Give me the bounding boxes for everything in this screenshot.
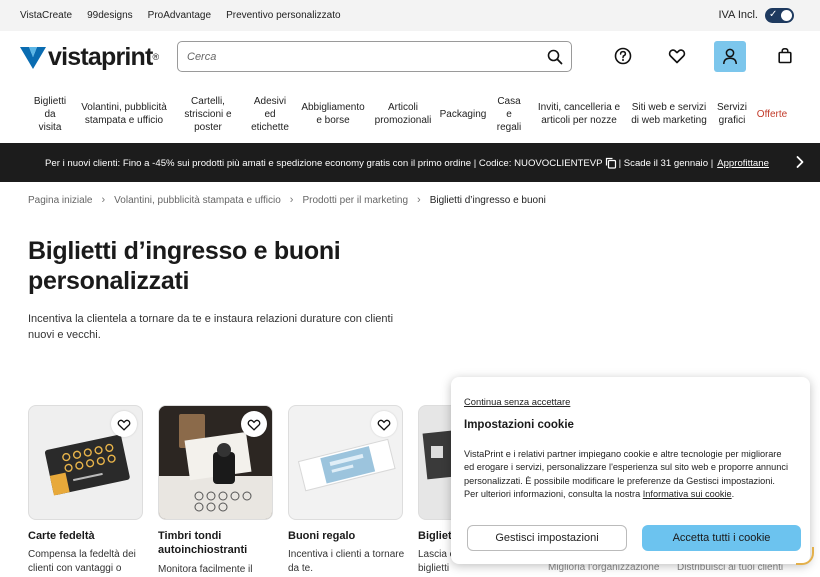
product-title[interactable]: Timbri tondi autoinchiostranti (158, 529, 278, 557)
nav-packaging[interactable]: Packaging (438, 93, 488, 135)
favorite-button[interactable] (111, 411, 137, 437)
vistaprint-logo[interactable]: vistaprint ® (20, 43, 159, 71)
search-input[interactable] (187, 48, 537, 66)
cart-icon[interactable] (775, 46, 795, 66)
utility-bar: VistaCreate 99designs ProAdvantage Preve… (0, 0, 820, 31)
chevron-right-icon[interactable] (794, 155, 806, 169)
product-image[interactable] (288, 405, 403, 520)
nav-design-services[interactable]: Servizi grafici (714, 93, 750, 135)
link-99designs[interactable]: 99designs (87, 10, 133, 21)
product-title[interactable]: Carte fedeltà (28, 529, 148, 543)
continue-without-accepting-link[interactable]: Continua senza accettare (464, 396, 570, 407)
breadcrumb-flyers[interactable]: Volantini, pubblicità stampata e ufficio (114, 195, 281, 206)
product-desc: Incentiva i clienti a tornare da te. (288, 549, 405, 574)
link-proadvantage[interactable]: ProAdvantage (148, 10, 211, 21)
breadcrumb-marketing[interactable]: Prodotti per il marketing (302, 195, 408, 206)
cookie-body-text: VistaPrint e i relativi partner impiegan… (464, 449, 788, 500)
product-card-stamps[interactable]: Timbri tondi autoinchiostranti Monitora … (158, 405, 273, 575)
search-box[interactable] (177, 41, 572, 72)
cookie-dialog: Continua senza accettare Impostazioni co… (451, 377, 810, 564)
account-button[interactable] (714, 41, 746, 72)
heart-icon[interactable] (667, 46, 687, 66)
help-icon[interactable] (613, 46, 633, 66)
cookie-policy-link[interactable]: Informativa sui cookie (643, 489, 732, 499)
check-icon: ✓ (769, 9, 778, 20)
product-desc: Monitora facilmente il (158, 564, 253, 575)
product-card-gift-vouchers[interactable]: Buoni regalo Incentiva i clienti a torna… (288, 405, 404, 574)
product-image[interactable] (158, 405, 273, 520)
breadcrumb-home[interactable]: Pagina iniziale (28, 195, 93, 206)
promo-banner: Per i nuovi clienti: Fino a -45% sui pro… (0, 143, 820, 182)
product-card-loyalty[interactable]: Carte fedeltà Compensa la fedeltà dei cl… (28, 405, 143, 574)
favorite-button[interactable] (371, 411, 397, 437)
logo-wordmark: vistaprint (48, 42, 153, 71)
breadcrumb-current: Biglietti d’ingresso e buoni (429, 194, 546, 206)
promo-expiry: | Scade il 31 gennaio | (618, 157, 714, 169)
utility-links: VistaCreate 99designs ProAdvantage Preve… (20, 10, 341, 21)
logo-registered-mark: ® (152, 52, 160, 62)
category-nav: Biglietti da visita Volantini, pubblicit… (26, 93, 806, 135)
product-image[interactable] (28, 405, 143, 520)
nav-invitations[interactable]: Inviti, cancelleria e articoli per nozze (532, 93, 626, 135)
manage-settings-button[interactable]: Gestisci impostazioni (467, 525, 627, 551)
page-title: Biglietti d’ingresso e buoni personalizz… (28, 237, 341, 295)
vat-label: IVA Incl. (718, 9, 758, 21)
heart-icon (247, 419, 261, 431)
nav-home-gifts[interactable]: Casa e regali (492, 93, 526, 135)
nav-signs-banners[interactable]: Cartelli, striscioni e poster (178, 93, 238, 135)
breadcrumb-separator-icon: › (101, 194, 106, 206)
heart-icon (117, 419, 131, 431)
product-title[interactable]: Buoni regalo (288, 529, 408, 543)
promo-text: Per i nuovi clienti: Fino a -45% sui pro… (45, 157, 603, 169)
nav-promotional[interactable]: Articoli promozionali (372, 93, 434, 135)
nav-websites[interactable]: Siti web e servizi di web marketing (628, 93, 710, 135)
promo-text-row: Per i nuovi clienti: Fino a -45% sui pro… (45, 157, 769, 169)
nav-clothing-bags[interactable]: Abbigliamento e borse (300, 93, 366, 135)
nav-offers[interactable]: Offerte (754, 93, 790, 135)
toggle-knob (781, 10, 792, 21)
vat-toggle[interactable]: ✓ (765, 8, 794, 23)
product-desc: Compensa la fedeltà dei clienti con vant… (28, 549, 136, 574)
cookie-title: Impostazioni cookie (464, 419, 574, 431)
promo-link[interactable]: Approfittane (717, 158, 769, 169)
nav-business-cards[interactable]: Biglietti da visita (26, 93, 74, 135)
breadcrumb-separator-icon: › (417, 194, 421, 206)
breadcrumb: Pagina iniziale › Volantini, pubblicità … (28, 194, 546, 206)
chat-widget-edge[interactable] (796, 547, 814, 565)
link-vistacreate[interactable]: VistaCreate (20, 10, 72, 21)
account-icon (723, 48, 737, 65)
nav-stickers-labels[interactable]: Adesivi ed etichette (244, 93, 296, 135)
nav-flyers-office[interactable]: Volantini, pubblicità stampata e ufficio (76, 93, 172, 135)
accept-all-cookies-button[interactable]: Accetta tutti i cookie (642, 525, 801, 551)
breadcrumb-separator-icon: › (289, 194, 294, 206)
link-custom-quote[interactable]: Preventivo personalizzato (226, 10, 341, 21)
favorite-button[interactable] (241, 411, 267, 437)
cookie-body: VistaPrint e i relativi partner impiegan… (464, 449, 788, 500)
page-subtitle: Incentiva la clientela a tornare da te e… (28, 313, 394, 341)
search-icon[interactable] (547, 49, 563, 65)
logo-mark-icon (20, 47, 46, 69)
heart-icon (377, 419, 391, 431)
copy-icon[interactable] (605, 157, 617, 169)
